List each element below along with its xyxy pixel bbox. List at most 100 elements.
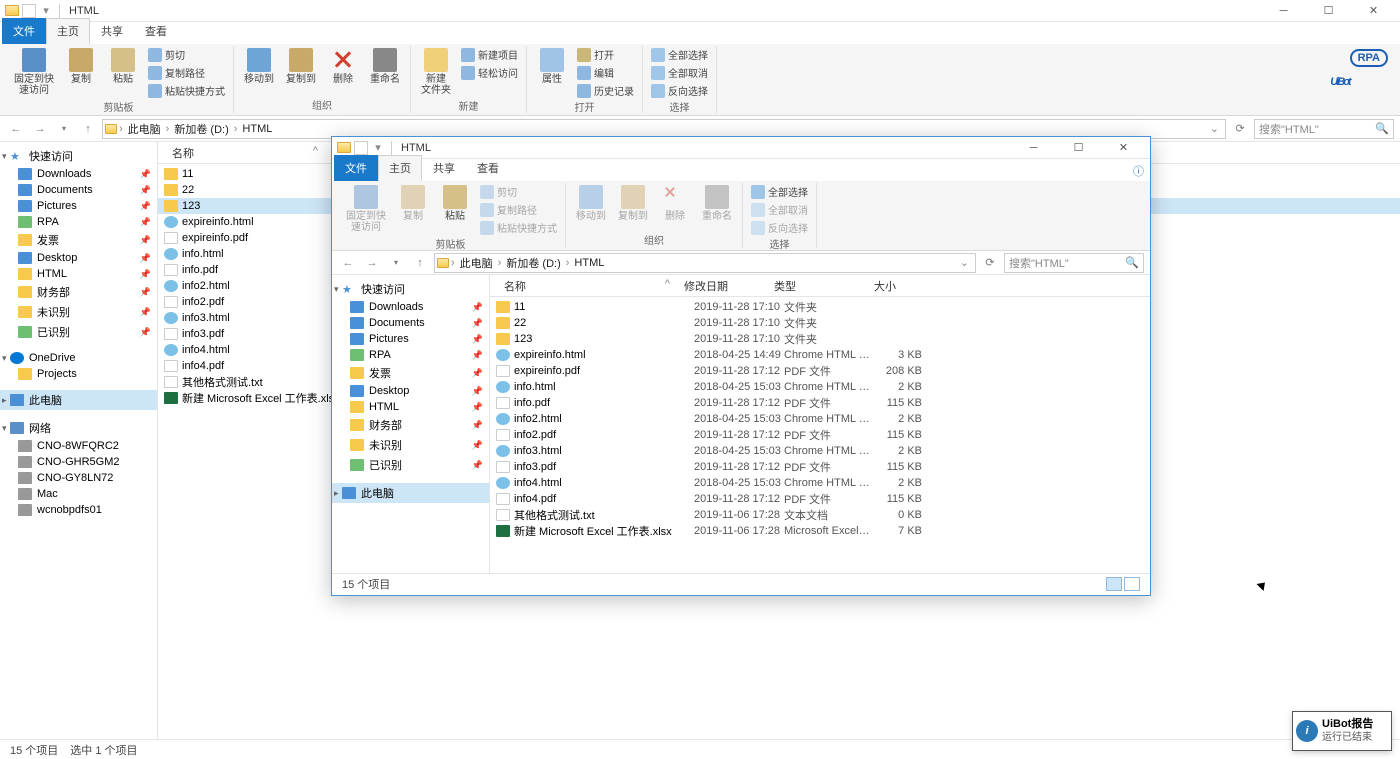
- close-button[interactable]: ✕: [1351, 1, 1396, 21]
- properties-button[interactable]: 属性: [533, 46, 571, 87]
- up-button[interactable]: ↑: [410, 253, 430, 273]
- file-row[interactable]: info4.html2018-04-25 15:03Chrome HTML D.…: [490, 475, 1150, 491]
- sidebar-item[interactable]: RPA📌: [0, 214, 157, 230]
- sidebar-item[interactable]: Pictures📌: [332, 331, 489, 347]
- sidebar-item[interactable]: HTML📌: [0, 266, 157, 282]
- close-button[interactable]: ✕: [1101, 138, 1146, 158]
- sidebar-item[interactable]: Mac: [0, 486, 157, 502]
- help-icon[interactable]: ⓘ: [1127, 161, 1150, 181]
- cut-button[interactable]: 剪切: [146, 46, 227, 63]
- tab-view[interactable]: 查看: [466, 155, 510, 181]
- breadcrumb[interactable]: › 此电脑› 新加卷 (D:)› HTML ⌄: [434, 253, 976, 273]
- file-row[interactable]: info2.html2018-04-25 15:03Chrome HTML D.…: [490, 411, 1150, 427]
- easyaccess-button[interactable]: 轻松访问: [459, 64, 520, 81]
- maximize-button[interactable]: ☐: [1056, 138, 1101, 158]
- sidebar-this-pc[interactable]: ▸此电脑: [0, 390, 157, 410]
- file-row[interactable]: 1232019-11-28 17:10文件夹: [490, 331, 1150, 347]
- qat-item[interactable]: ▾: [38, 3, 54, 19]
- file-row[interactable]: info.html2018-04-25 15:03Chrome HTML D..…: [490, 379, 1150, 395]
- file-row[interactable]: 112019-11-28 17:10文件夹: [490, 299, 1150, 315]
- uibot-notification[interactable]: i UiBot报告 运行已结束: [1292, 711, 1392, 751]
- file-row[interactable]: 222019-11-28 17:10文件夹: [490, 315, 1150, 331]
- rename-button[interactable]: 重命名: [366, 46, 404, 87]
- copy-button[interactable]: 复制: [62, 46, 100, 87]
- file-row[interactable]: expireinfo.html2018-04-25 14:49Chrome HT…: [490, 347, 1150, 363]
- tab-share[interactable]: 共享: [422, 155, 466, 181]
- sidebar-item[interactable]: wcnobpdfs01: [0, 502, 157, 518]
- qat-item[interactable]: [22, 4, 36, 18]
- file-row[interactable]: info3.pdf2019-11-28 17:12PDF 文件115 KB: [490, 459, 1150, 475]
- newitem-button[interactable]: 新建项目: [459, 46, 520, 63]
- breadcrumb-segment[interactable]: HTML: [571, 257, 607, 269]
- invert-button[interactable]: 反向选择: [649, 82, 710, 99]
- selectnone-button[interactable]: 全部取消: [649, 64, 710, 81]
- up-button[interactable]: ↑: [78, 119, 98, 139]
- file-row[interactable]: info3.html2018-04-25 15:03Chrome HTML D.…: [490, 443, 1150, 459]
- file-row[interactable]: info4.pdf2019-11-28 17:12PDF 文件115 KB: [490, 491, 1150, 507]
- edit-button[interactable]: 编辑: [575, 64, 636, 81]
- copyto-button[interactable]: 复制到: [282, 46, 320, 87]
- sidebar-item[interactable]: Downloads📌: [0, 166, 157, 182]
- sidebar-item[interactable]: CNO-GHR5GM2: [0, 454, 157, 470]
- tab-file[interactable]: 文件: [334, 155, 378, 181]
- sidebar-item[interactable]: Documents📌: [0, 182, 157, 198]
- dropdown-icon[interactable]: ⌄: [1206, 122, 1223, 135]
- recent-button[interactable]: ▾: [386, 253, 406, 273]
- breadcrumb-segment[interactable]: 新加卷 (D:): [503, 255, 563, 271]
- sidebar-item[interactable]: CNO-8WFQRC2: [0, 438, 157, 454]
- paste-button[interactable]: 粘贴: [104, 46, 142, 87]
- file-row[interactable]: 新建 Microsoft Excel 工作表.xlsx2019-11-06 17…: [490, 523, 1150, 539]
- sidebar-item[interactable]: RPA📌: [332, 347, 489, 363]
- sidebar-item[interactable]: Documents📌: [332, 315, 489, 331]
- sidebar-quick-access[interactable]: ▾★快速访问: [332, 279, 489, 299]
- sidebar-onedrive[interactable]: ▾OneDrive: [0, 350, 157, 366]
- tab-home[interactable]: 主页: [46, 18, 90, 44]
- search-input[interactable]: 搜索"HTML"🔍: [1004, 253, 1144, 273]
- sidebar-item[interactable]: HTML📌: [332, 399, 489, 415]
- tab-view[interactable]: 查看: [134, 18, 178, 44]
- selectall-button[interactable]: 全部选择: [649, 46, 710, 63]
- sidebar-item[interactable]: 财务部📌: [0, 282, 157, 302]
- sidebar-network[interactable]: ▾网络: [0, 418, 157, 438]
- delete-button[interactable]: 删除: [324, 46, 362, 87]
- minimize-button[interactable]: ─: [1011, 138, 1056, 158]
- minimize-button[interactable]: ─: [1261, 1, 1306, 21]
- sidebar-item[interactable]: 财务部📌: [332, 415, 489, 435]
- sidebar-item[interactable]: Projects: [0, 366, 157, 382]
- sidebar-item[interactable]: Desktop📌: [332, 383, 489, 399]
- pasteshortcut-button[interactable]: 粘贴快捷方式: [146, 82, 227, 99]
- open-button[interactable]: 打开: [575, 46, 636, 63]
- tab-file[interactable]: 文件: [2, 18, 46, 44]
- sidebar-item[interactable]: 发票📌: [0, 230, 157, 250]
- paste-button[interactable]: 粘贴: [436, 183, 474, 224]
- sidebar-item[interactable]: CNO-GY8LN72: [0, 470, 157, 486]
- refresh-button[interactable]: ⟳: [980, 253, 1000, 273]
- qat-item[interactable]: [354, 141, 368, 155]
- recent-button[interactable]: ▾: [54, 119, 74, 139]
- qat-item[interactable]: ▾: [370, 140, 386, 156]
- search-input[interactable]: 搜索"HTML"🔍: [1254, 119, 1394, 139]
- breadcrumb-segment[interactable]: HTML: [239, 123, 275, 135]
- pin-button[interactable]: 固定到快 速访问: [10, 46, 58, 98]
- selectall-button[interactable]: 全部选择: [749, 183, 810, 200]
- sidebar-quick-access[interactable]: ▾★快速访问: [0, 146, 157, 166]
- back-button[interactable]: ←: [338, 253, 358, 273]
- sidebar-item[interactable]: Pictures📌: [0, 198, 157, 214]
- file-row[interactable]: 其他格式测试.txt2019-11-06 17:28文本文档0 KB: [490, 507, 1150, 523]
- newfolder-button[interactable]: 新建 文件夹: [417, 46, 455, 98]
- file-row[interactable]: info.pdf2019-11-28 17:12PDF 文件115 KB: [490, 395, 1150, 411]
- back-button[interactable]: ←: [6, 119, 26, 139]
- sidebar-this-pc[interactable]: ▸此电脑: [332, 483, 489, 503]
- column-header[interactable]: 名称^ 修改日期 类型 大小: [490, 275, 1150, 297]
- sidebar-item[interactable]: 已识别📌: [0, 322, 157, 342]
- sidebar-item[interactable]: 未识别📌: [0, 302, 157, 322]
- breadcrumb-segment[interactable]: 新加卷 (D:): [171, 121, 231, 137]
- sidebar-item[interactable]: Downloads📌: [332, 299, 489, 315]
- maximize-button[interactable]: ☐: [1306, 1, 1351, 21]
- forward-button[interactable]: →: [30, 119, 50, 139]
- breadcrumb-segment[interactable]: 此电脑: [457, 255, 496, 271]
- dropdown-icon[interactable]: ⌄: [956, 256, 973, 269]
- file-row[interactable]: expireinfo.pdf2019-11-28 17:12PDF 文件208 …: [490, 363, 1150, 379]
- forward-button[interactable]: →: [362, 253, 382, 273]
- sidebar-item[interactable]: 发票📌: [332, 363, 489, 383]
